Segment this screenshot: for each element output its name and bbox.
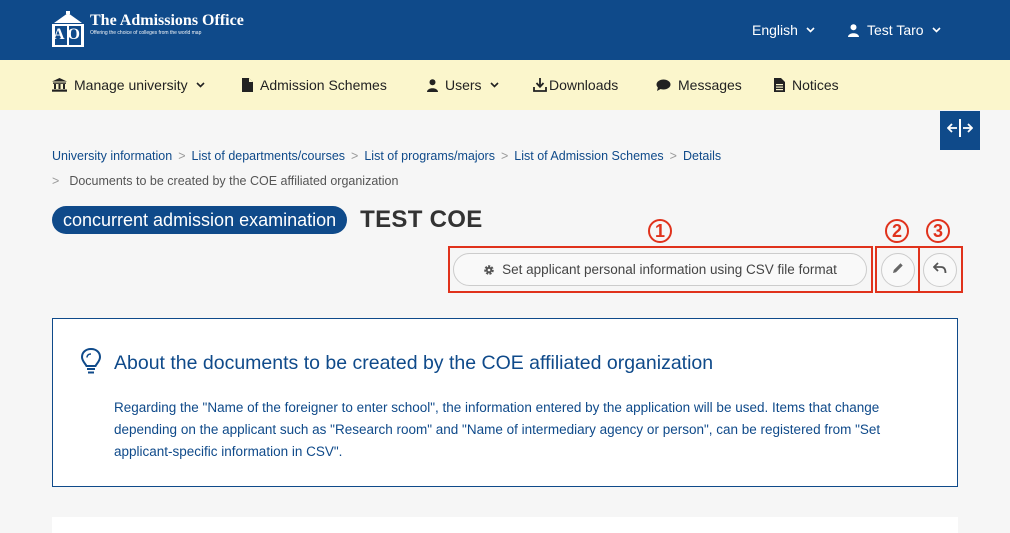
breadcrumb-separator: > xyxy=(178,149,186,163)
breadcrumb-link[interactable]: Details xyxy=(683,149,721,163)
logo-subtitle: Offering the choice of colleges from the… xyxy=(90,30,202,36)
logo-title: The Admissions Office xyxy=(90,12,244,29)
gear-icon xyxy=(483,264,495,276)
annotation-marker-3: 3 xyxy=(926,219,950,243)
user-menu[interactable]: Test Taro xyxy=(848,0,941,60)
scheme-type-badge: concurrent admission examination xyxy=(52,206,348,234)
breadcrumb-link[interactable]: List of departments/courses xyxy=(192,149,346,163)
annotation-marker-1: 1 xyxy=(648,219,672,243)
language-selector[interactable]: English xyxy=(752,0,815,60)
breadcrumb-link[interactable]: List of programs/majors xyxy=(364,149,495,163)
breadcrumb-separator: > xyxy=(351,149,359,163)
breadcrumb-separator: > xyxy=(52,174,60,188)
edit-button[interactable] xyxy=(881,253,915,287)
chevron-down-icon xyxy=(931,25,941,35)
chat-icon xyxy=(656,79,671,92)
breadcrumb-link[interactable]: List of Admission Schemes xyxy=(514,149,663,163)
user-name: Test Taro xyxy=(867,22,924,38)
user-icon xyxy=(848,23,859,37)
site-logo[interactable]: AO The Admissions Office Offering the ch… xyxy=(52,11,244,47)
pencil-icon xyxy=(892,261,904,279)
breadcrumb-separator: > xyxy=(500,149,509,163)
university-icon xyxy=(52,78,67,92)
back-button[interactable] xyxy=(923,253,957,287)
notice-icon xyxy=(774,78,785,92)
set-applicant-info-csv-button[interactable]: Set applicant personal information using… xyxy=(453,253,867,286)
breadcrumb-link[interactable]: University information xyxy=(52,149,172,163)
page-title: TEST COE xyxy=(360,206,483,233)
nav-item-notices[interactable]: Notices xyxy=(774,60,839,110)
breadcrumb-separator: > xyxy=(669,149,677,163)
nav-item-messages[interactable]: Messages xyxy=(656,60,742,110)
download-icon xyxy=(533,78,547,92)
main-nav: Manage university Admission Schemes User… xyxy=(0,60,1010,110)
lightbulb-icon xyxy=(80,347,102,380)
info-body: Regarding the "Name of the foreigner to … xyxy=(114,400,881,459)
nav-label: Messages xyxy=(678,77,742,93)
nav-item-admission-schemes[interactable]: Admission Schemes xyxy=(242,60,387,110)
document-icon xyxy=(242,78,253,92)
nav-label: Admission Schemes xyxy=(260,77,387,93)
info-title: About the documents to be created by the… xyxy=(114,352,714,374)
logo-mark-icon: AO xyxy=(52,11,84,47)
nav-item-downloads[interactable]: Downloads xyxy=(533,60,618,110)
info-panel: About the documents to be created by the… xyxy=(52,318,958,487)
nav-label: Notices xyxy=(792,77,839,93)
nav-item-users[interactable]: Users xyxy=(427,60,499,110)
page-title-row: concurrent admission examination TEST CO… xyxy=(52,206,483,234)
chevron-down-icon xyxy=(489,80,499,90)
sidebar-toggle-button[interactable] xyxy=(940,111,980,150)
csv-button-label: Set applicant personal information using… xyxy=(502,262,837,277)
nav-label: Users xyxy=(445,77,482,93)
nav-item-manage-university[interactable]: Manage university xyxy=(52,60,205,110)
reply-icon xyxy=(932,261,947,279)
breadcrumb-current: Documents to be created by the COE affil… xyxy=(69,174,399,188)
breadcrumb: University information > List of departmen… xyxy=(52,144,932,194)
chevron-down-icon xyxy=(806,25,815,35)
chevron-down-icon xyxy=(196,80,205,90)
top-header: AO The Admissions Office Offering the ch… xyxy=(0,0,1010,60)
nav-label: Manage university xyxy=(74,77,188,93)
nav-label: Downloads xyxy=(549,77,619,93)
language-label: English xyxy=(752,22,798,38)
logo-mark-letters: AO xyxy=(53,26,83,43)
expand-horizontal-icon xyxy=(946,119,974,142)
annotation-marker-2: 2 xyxy=(885,219,909,243)
content-card xyxy=(52,517,958,533)
user-icon xyxy=(427,78,438,92)
